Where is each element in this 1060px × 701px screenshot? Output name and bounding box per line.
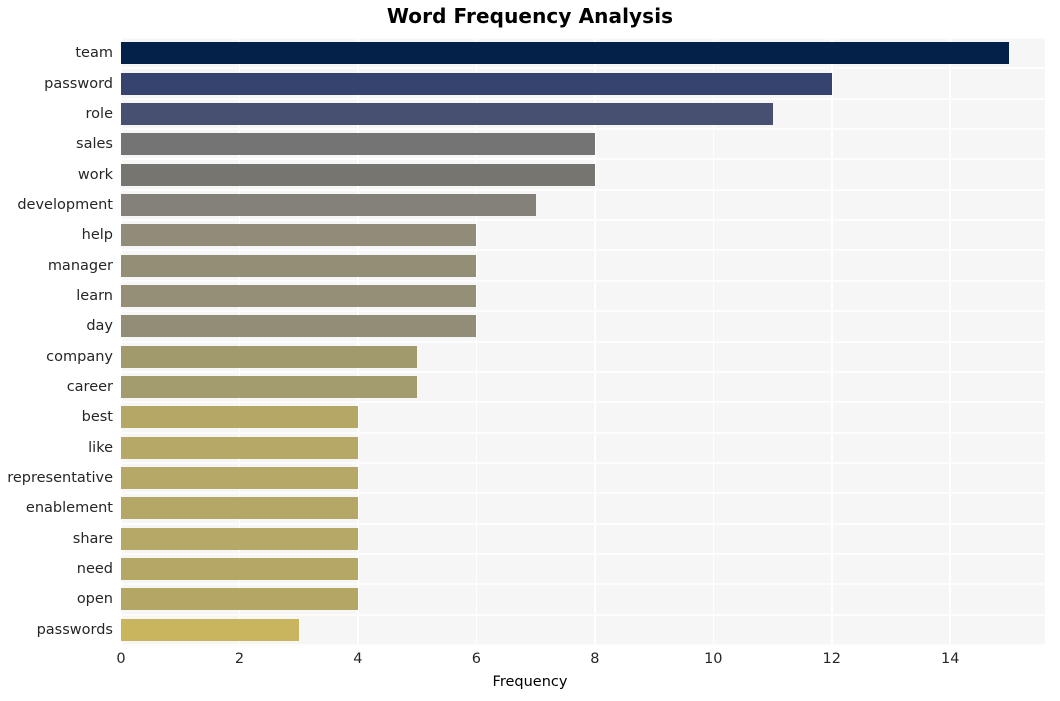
x-axis-label: Frequency: [492, 674, 568, 690]
y-tick-label: career: [66, 379, 113, 396]
y-tick-label: enablement: [25, 500, 113, 517]
y-tick-label: help: [81, 227, 113, 244]
y-tick-label: best: [81, 409, 113, 426]
chart-title: Word Frequency Analysis: [386, 4, 674, 28]
x-tick-label: 12: [822, 651, 841, 667]
y-tick-label: need: [76, 561, 113, 578]
x-tick-label: 4: [353, 651, 363, 667]
chart-figure: Word Frequency Analysis team password role…: [0, 0, 1060, 701]
x-tick-label: 8: [590, 651, 600, 667]
y-tick-label: passwords: [36, 621, 113, 638]
y-tick-label: development: [17, 196, 113, 213]
x-tick-label: 2: [234, 651, 245, 667]
y-tick-label: like: [88, 439, 113, 456]
x-tick-label: 14: [940, 651, 960, 667]
x-tick-label: 0: [116, 651, 126, 667]
y-tick-label: password: [44, 75, 113, 92]
y-tick-label: learn: [76, 287, 113, 304]
y-tick-label: share: [72, 530, 113, 547]
y-tick-label: work: [77, 166, 113, 183]
y-axis-tick-labels: team password role sales work development help…: [0, 38, 1060, 645]
x-tick-label: 6: [471, 651, 481, 667]
y-tick-label: manager: [47, 257, 113, 274]
x-tick-label: 10: [704, 651, 723, 667]
y-tick-label: team: [75, 45, 113, 62]
y-tick-label: day: [86, 318, 113, 335]
y-tick-label: representative: [7, 470, 113, 487]
y-tick-label: open: [76, 591, 113, 608]
y-tick-label: company: [46, 348, 113, 365]
y-tick-label: sales: [76, 136, 113, 153]
x-axis-tick-labels: 0 2 4 6 8 10 12 14: [0, 649, 1060, 673]
y-tick-label: role: [85, 105, 113, 122]
